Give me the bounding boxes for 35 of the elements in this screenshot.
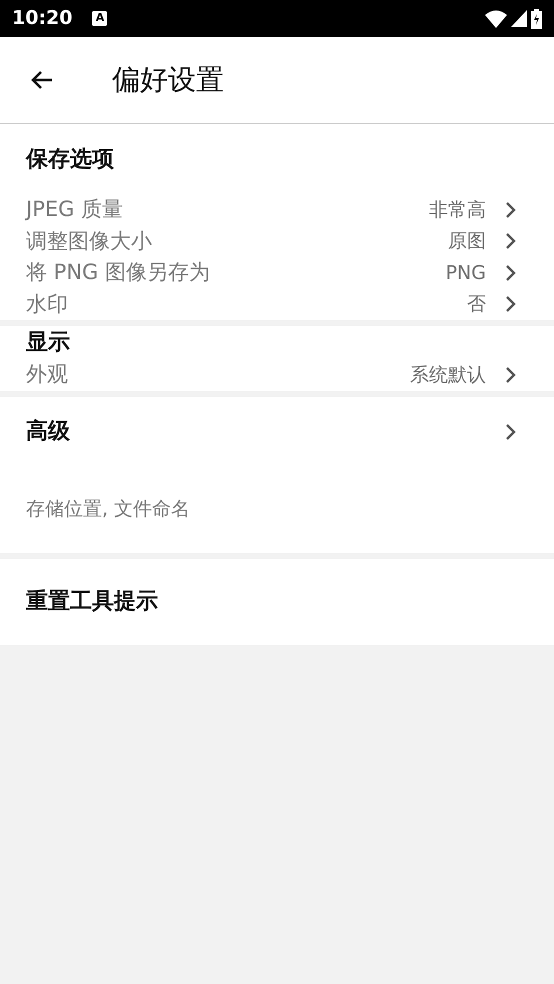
setting-label: 外观 (26, 361, 68, 388)
section-header: 保存选项 (26, 146, 114, 174)
setting-row[interactable]: 重置工具提示 (0, 558, 554, 644)
setting-label: 调整图像大小 (26, 228, 152, 254)
setting-title: 高级 (26, 418, 70, 446)
setting-label: 将 PNG 图像另存为 (26, 259, 210, 286)
setting-label: 水印 (26, 290, 68, 318)
setting-value: 原图 (448, 229, 486, 254)
wifi-icon (485, 10, 507, 28)
chevron-right-icon (504, 264, 518, 282)
status-time: 10:20 (12, 6, 72, 32)
battery-icon (531, 8, 542, 28)
signal-icon (511, 10, 527, 27)
setting-row[interactable]: 外观 系统默认 (0, 359, 554, 390)
chevron-right-icon (504, 232, 518, 250)
notification-icon: A (92, 11, 108, 26)
back-arrow-icon (30, 70, 54, 90)
setting-title: 重置工具提示 (26, 588, 158, 616)
setting-value: 系统默认 (410, 362, 486, 388)
setting-label: JPEG 质量 (26, 196, 124, 223)
chevron-right-icon (504, 295, 518, 314)
chevron-right-icon (504, 366, 518, 384)
page-title: 偏好设置 (112, 62, 224, 98)
setting-row[interactable]: 将 PNG 图像另存为 PNG (0, 257, 554, 288)
setting-row[interactable]: JPEG 质量 非常高 (0, 194, 554, 226)
chevron-right-icon (504, 422, 518, 440)
setting-subtitle: 存储位置, 文件命名 (26, 497, 190, 522)
chevron-right-icon (504, 200, 518, 219)
setting-value: PNG (446, 260, 486, 286)
section-header: 显示 (26, 329, 70, 357)
setting-row[interactable]: 水印 否 (0, 288, 554, 320)
setting-value: 非常高 (429, 198, 486, 222)
setting-row[interactable]: 调整图像大小 原图 (0, 226, 554, 257)
setting-row[interactable]: 高级 存储位置, 文件命名 (0, 396, 554, 552)
setting-value: 否 (467, 292, 486, 317)
